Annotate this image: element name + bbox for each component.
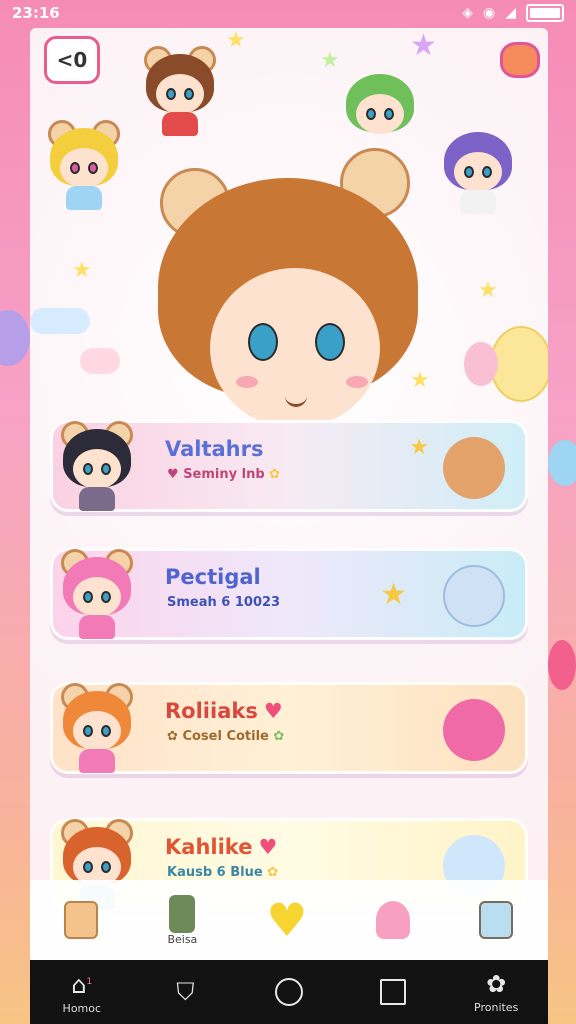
card-sticker xyxy=(443,699,505,761)
location-icon: ◉ xyxy=(483,5,496,21)
balloon-decor xyxy=(464,342,498,386)
nav-profiles-label: Pronites xyxy=(474,1000,519,1014)
card-subtitle: ♥ Seminy lnb ✿ xyxy=(167,467,281,482)
card-avatar xyxy=(57,675,137,775)
nav-square[interactable] xyxy=(353,979,433,1005)
character-card-2[interactable]: Pectigal Smeah 6 10023 ★ xyxy=(50,548,528,640)
star-icon: ★ xyxy=(409,435,429,460)
card-sticker xyxy=(443,437,505,499)
logo-badge xyxy=(500,42,540,78)
star-icon: ★ xyxy=(380,577,407,612)
card-subtitle: Smeah 6 10023 xyxy=(167,595,281,610)
nav-profiles[interactable]: ✿ Pronites xyxy=(456,971,536,1014)
cloud-decor xyxy=(30,308,90,334)
flower-icon: ✿ xyxy=(267,865,279,880)
nav-bookmark[interactable]: ⛉ xyxy=(145,979,225,1005)
star-icon: ★ xyxy=(226,28,246,53)
cloud-decor xyxy=(80,348,120,374)
card-avatar xyxy=(57,413,137,513)
character-sticker-purple-cat[interactable] xyxy=(438,116,518,216)
tool-box[interactable] xyxy=(479,901,514,939)
battery-icon xyxy=(526,4,564,22)
flower-icon: ✿ xyxy=(269,467,281,482)
notification-badge: 1 xyxy=(86,977,93,987)
card-sticker xyxy=(443,565,505,627)
character-sticker-brown-bear[interactable] xyxy=(140,38,220,138)
card-avatar xyxy=(57,541,137,641)
card-title: Roliiaks ♥ xyxy=(165,699,283,723)
home-icon: ⌂1 xyxy=(71,971,93,999)
tool-character[interactable] xyxy=(376,901,411,939)
jar-icon xyxy=(64,901,99,939)
nav-home-label: Homoc xyxy=(62,1002,102,1015)
character-icon xyxy=(376,901,411,939)
balloon-decor-right xyxy=(548,440,576,486)
tool-jar[interactable] xyxy=(64,901,99,939)
bottle-icon xyxy=(169,894,196,933)
back-arrow-icon: <0 xyxy=(56,48,88,72)
recent-square-icon xyxy=(379,979,406,1005)
character-sticker-blonde-bear[interactable] xyxy=(44,112,124,212)
bookmark-icon: ⛉ xyxy=(176,978,195,1006)
balloon-decor xyxy=(490,326,548,402)
wifi-icon: ◈ xyxy=(462,5,473,21)
card-title: Kahlike ♥ xyxy=(165,835,278,859)
character-card-3[interactable]: Roliiaks ♥ ✿ Cosel Cotile ✿ xyxy=(50,682,528,774)
flower-icon: ✿ xyxy=(486,969,507,998)
tool-heart[interactable]: ♥ xyxy=(266,897,307,943)
nav-home[interactable]: ⌂1 Homoc xyxy=(42,969,122,1015)
heart-icon: ♥ xyxy=(167,467,179,482)
heart-icon: ♥ xyxy=(266,893,308,947)
card-title: Valtahrs xyxy=(165,437,264,461)
back-button[interactable]: <0 xyxy=(44,36,100,84)
home-circle-icon xyxy=(274,978,303,1006)
status-bar: 23:16 ◈ ◉ ◢ xyxy=(0,0,576,26)
sticker-toolbar: Beisa ♥ xyxy=(30,880,548,960)
card-subtitle: ✿ Cosel Cotile ✿ xyxy=(167,729,285,744)
hero-character xyxy=(150,138,440,448)
star-icon: ★ xyxy=(72,258,92,283)
character-card-1[interactable]: Valtahrs ♥ Seminy lnb ✿ ★ xyxy=(50,420,528,512)
star-icon: ★ xyxy=(478,278,498,303)
heart-icon: ♥ xyxy=(263,699,283,723)
card-title: Pectigal xyxy=(165,565,261,589)
main-panel: ★ ★ ★ ★ ★ ★ <0 Valtahrs ♥ Seminy lnb ✿ ★… xyxy=(30,28,548,960)
tool-label: Beisa xyxy=(167,932,198,946)
heart-icon: ♥ xyxy=(258,835,278,859)
star-icon: ★ xyxy=(320,48,340,73)
balloon-decor-right2 xyxy=(548,640,576,690)
flower-icon: ✿ xyxy=(273,729,285,744)
tool-bottle[interactable]: Beisa xyxy=(167,894,198,946)
box-icon xyxy=(479,901,514,939)
nav-circle[interactable] xyxy=(249,978,329,1006)
balloon-decor-left xyxy=(0,310,30,366)
bottom-nav: ⌂1 Homoc ⛉ ✿ Pronites xyxy=(30,960,548,1024)
flower-icon: ✿ xyxy=(167,729,178,744)
card-subtitle: Kausb 6 Blue ✿ xyxy=(167,865,279,880)
status-time: 23:16 xyxy=(12,4,60,22)
signal-icon: ◢ xyxy=(505,5,516,21)
